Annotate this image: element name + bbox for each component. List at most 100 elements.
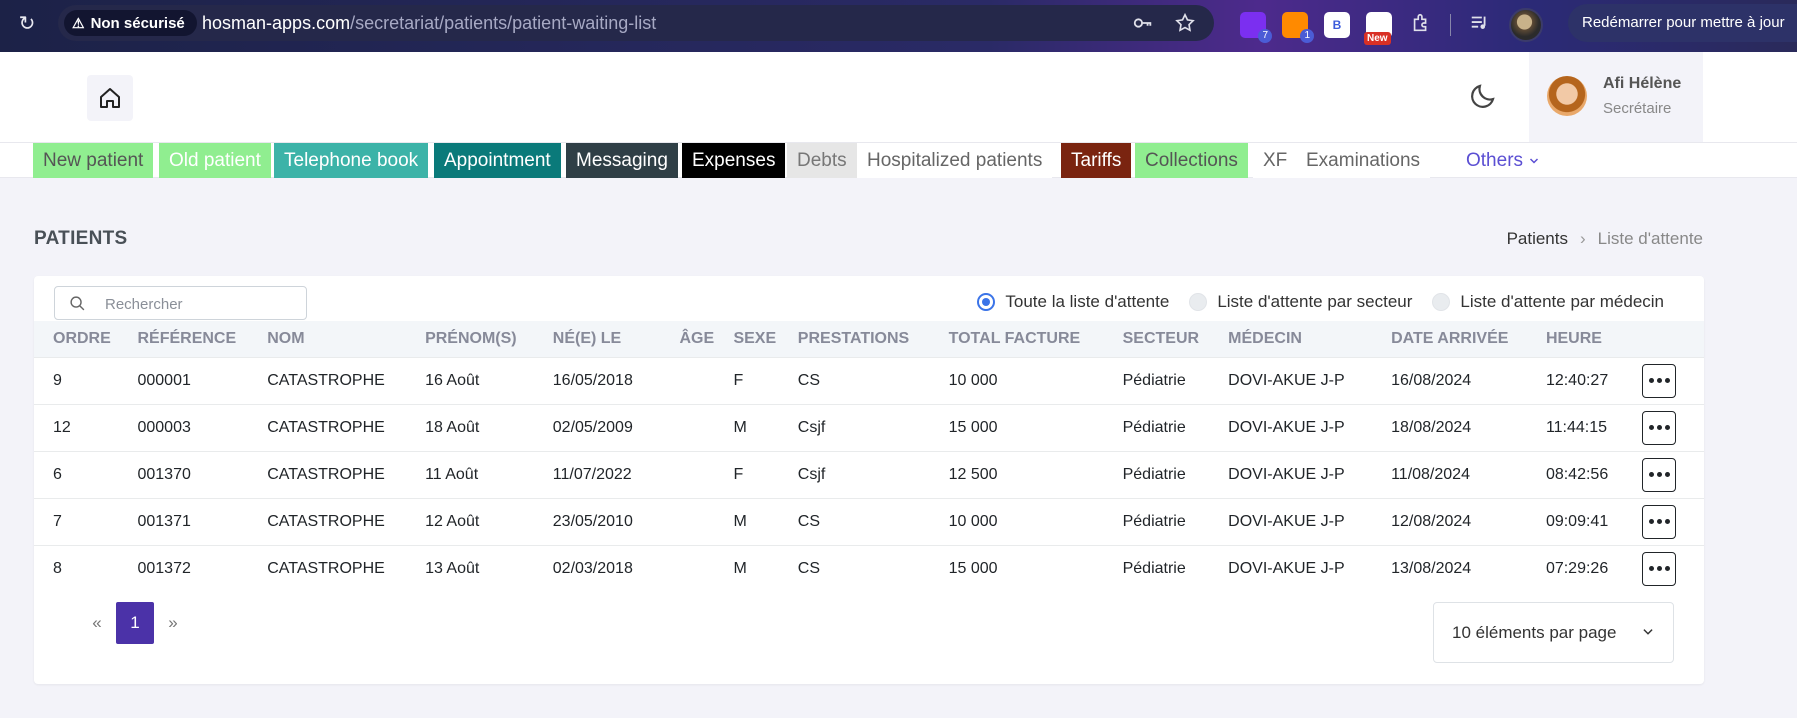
table-cell: DOVI-AKUE J-P <box>1228 371 1345 389</box>
reload-icon[interactable]: ↻ <box>15 12 39 36</box>
table-row[interactable]: 7 001371 CATASTROPHE 12 Août 23/05/2010 M CS 10… <box>34 498 1704 545</box>
column-header: RÉFÉRENCE <box>137 329 237 347</box>
nav-item-messaging[interactable]: Messaging <box>566 143 678 178</box>
column-header: NOM <box>267 329 305 347</box>
search-input[interactable] <box>105 293 295 315</box>
waiting-list-card: Toute la liste d'attente Liste d'attente … <box>34 276 1704 684</box>
nav-item-examinations[interactable]: Examinations <box>1296 143 1431 178</box>
media-queue-icon[interactable] <box>1467 12 1493 38</box>
table-row[interactable]: 9 000001 CATASTROPHE 16 Août 16/05/2018 F CS 10… <box>34 357 1704 404</box>
radio-button[interactable] <box>1432 293 1451 311</box>
breadcrumb-current: Liste d'attente <box>1597 229 1703 248</box>
table-cell: M <box>733 418 747 436</box>
filter-radio[interactable]: Liste d'attente par médecin <box>1432 292 1664 312</box>
dark-mode-moon-icon[interactable] <box>1468 81 1498 111</box>
column-header: ÂGE <box>679 329 715 347</box>
table-cell <box>660 498 714 545</box>
nav-item-others[interactable]: Others <box>1456 143 1550 178</box>
nav-item-hospitalized-patients[interactable]: Hospitalized patients <box>857 143 1053 178</box>
filter-radio[interactable]: Liste d'attente par secteur <box>1189 292 1412 312</box>
star-icon[interactable] <box>1174 12 1196 34</box>
table-cell: 10 000 <box>948 512 998 530</box>
table-row[interactable]: 12 000003 CATASTROPHE 18 Août 02/05/2009 M Csj… <box>34 404 1704 451</box>
more-dots-icon <box>1648 378 1654 383</box>
extension-icon[interactable]: 7 <box>1240 12 1272 43</box>
column-header: DATE ARRIVÉE <box>1391 329 1509 347</box>
app-header: Afi Hélène Secrétaire <box>0 52 1797 142</box>
table-cell: 15 000 <box>948 559 998 577</box>
table-cell <box>660 545 714 592</box>
pagination-page[interactable]: 1 <box>116 602 154 644</box>
chevron-down-icon <box>1530 158 1539 164</box>
nav-item-old-patient[interactable]: Old patient <box>159 143 271 178</box>
more-dots-icon <box>1648 472 1654 477</box>
key-icon[interactable] <box>1132 12 1154 34</box>
items-per-page-value: 10 éléments par page <box>1452 623 1617 642</box>
row-actions-button[interactable] <box>1642 457 1677 492</box>
row-actions-button[interactable] <box>1642 504 1677 539</box>
extension-b-icon[interactable]: B <box>1324 12 1350 38</box>
nav-item-tariffs[interactable]: Tariffs <box>1061 143 1132 178</box>
table-cell: 12/08/2024 <box>1391 512 1472 530</box>
more-dots-icon <box>1648 566 1654 572</box>
table-cell: DOVI-AKUE J-P <box>1228 465 1345 483</box>
profile-avatar[interactable] <box>1509 8 1543 42</box>
table-cell: M <box>733 512 747 530</box>
security-chip[interactable]: ⚠ Non sécurisé <box>64 10 197 36</box>
puzzle-icon[interactable] <box>1408 12 1434 38</box>
row-actions-button[interactable] <box>1642 410 1677 445</box>
column-header: MÉDECIN <box>1228 329 1302 347</box>
breadcrumb-patients[interactable]: Patients <box>1507 229 1568 248</box>
nav-item-new-patient[interactable]: New patient <box>33 143 154 178</box>
address-bar[interactable]: ⚠ Non sécurisé hosman-apps.com/secretaria… <box>58 5 1214 41</box>
pagination-next[interactable]: » <box>154 602 192 644</box>
table-cell: M <box>733 559 747 577</box>
actions-cell <box>1623 498 1704 545</box>
table-cell: 000001 <box>137 371 191 389</box>
extension-icon[interactable]: 1 <box>1282 12 1314 43</box>
column-header: PRESTATIONS <box>797 329 910 347</box>
table-row[interactable]: 8 001372 CATASTROPHE 13 Août 02/03/2018 M CS 15… <box>34 545 1704 592</box>
filter-radio[interactable]: Toute la liste d'attente <box>977 292 1169 312</box>
home-icon <box>100 88 120 108</box>
nav-item-expenses[interactable]: Expenses <box>682 143 786 178</box>
table-cell: DOVI-AKUE J-P <box>1228 512 1345 530</box>
table-cell: Pédiatrie <box>1122 465 1186 483</box>
nav-item-collections[interactable]: Collections <box>1135 143 1248 178</box>
nav-others-label: Others <box>1466 150 1524 171</box>
table-cell: 02/05/2009 <box>552 418 633 436</box>
table-cell: Pédiatrie <box>1122 418 1186 436</box>
nav-item-appointment[interactable]: Appointment <box>434 143 561 178</box>
nav-item-telephone-book[interactable]: Telephone book <box>274 143 429 178</box>
row-actions-button[interactable] <box>1642 363 1677 398</box>
user-menu[interactable]: Afi Hélène Secrétaire <box>1529 52 1703 142</box>
restart-to-update-button[interactable]: Redémarrer pour mettre à jour <box>1568 4 1797 42</box>
column-header: TOTAL FACTURE <box>948 329 1081 347</box>
search-box[interactable] <box>54 286 307 320</box>
table-cell: Csjf <box>797 418 826 436</box>
url-text[interactable]: hosman-apps.com/secretariat/patients/pat… <box>202 5 656 41</box>
table-row[interactable]: 6 001370 CATASTROPHE 11 Août 11/07/2022 F Csjf… <box>34 451 1704 498</box>
radio-button[interactable] <box>977 293 996 311</box>
items-per-page-select[interactable]: 10 éléments par page <box>1433 602 1674 663</box>
nav-item-xf[interactable]: XF <box>1253 143 1298 178</box>
actions-cell <box>1623 357 1704 404</box>
nav-item-debts[interactable]: Debts <box>787 143 857 178</box>
table-cell: 001372 <box>137 559 191 577</box>
radio-button[interactable] <box>1189 293 1208 311</box>
extension-icon[interactable]: New <box>1364 12 1392 45</box>
actions-cell <box>1623 545 1704 592</box>
row-actions-button[interactable] <box>1642 551 1677 586</box>
chevron-down-icon <box>1643 629 1653 635</box>
table-cell: 000003 <box>137 418 191 436</box>
table-cell: CS <box>797 371 821 389</box>
table-cell: 11/07/2022 <box>552 465 632 483</box>
more-dots-icon <box>1648 425 1654 430</box>
home-button[interactable] <box>87 75 133 121</box>
user-name: Afi Hélène <box>1603 75 1682 92</box>
toolbar-divider <box>1450 14 1451 36</box>
column-header <box>1623 321 1704 357</box>
table-cell: CS <box>797 559 821 577</box>
table-cell: 16 Août <box>425 371 480 389</box>
pagination-prev[interactable]: « <box>78 602 116 644</box>
